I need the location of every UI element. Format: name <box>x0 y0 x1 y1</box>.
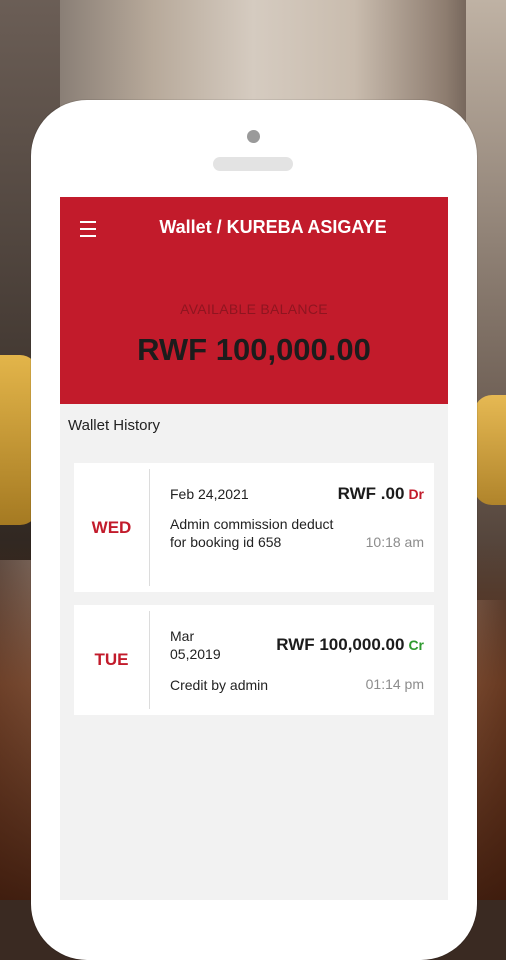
transaction-description: Admin commission deduct for booking id 6… <box>170 516 334 550</box>
page-title: Wallet / KUREBA ASIGAYE <box>159 217 387 237</box>
wallet-header: Wallet / KUREBA ASIGAYE AVAILABLE BALANC… <box>60 197 448 404</box>
hamburger-menu-icon[interactable] <box>80 221 96 237</box>
transaction-description: Credit by admin <box>170 677 269 693</box>
balance-label: AVAILABLE BALANCE <box>180 301 328 317</box>
transaction-time: 10:18 am <box>365 534 424 550</box>
app-screen: Wallet / KUREBA ASIGAYE AVAILABLE BALANC… <box>60 197 448 900</box>
transaction-date: Feb 24,2021 <box>170 486 249 502</box>
transaction-amount: RWF 100,000.00 <box>276 635 405 654</box>
balance-value: RWF 100,000.00 <box>137 332 371 367</box>
transaction-card[interactable]: WED Feb 24,2021 RWF .00 Dr Admin commissi… <box>74 463 434 592</box>
card-divider <box>149 611 150 709</box>
transaction-type-debit: Dr <box>408 486 424 502</box>
transaction-amount-row: RWF 100,000.00 Cr <box>276 635 424 655</box>
transaction-day: TUE <box>94 650 129 669</box>
transaction-time: 01:14 pm <box>365 676 424 692</box>
transaction-amount: RWF .00 <box>337 484 405 503</box>
card-divider <box>149 469 150 586</box>
transaction-day: WED <box>91 517 132 537</box>
transaction-date-month: Mar <box>170 628 195 644</box>
transaction-date-day-year: 05,2019 <box>170 646 221 662</box>
transaction-type-credit: Cr <box>408 637 424 653</box>
transaction-card[interactable]: TUE Mar 05,2019 RWF 100,000.00 Cr Credit … <box>74 605 434 715</box>
phone-speaker <box>213 157 293 171</box>
phone-camera <box>247 130 260 143</box>
transaction-date: Mar 05,2019 <box>170 627 221 663</box>
background-taxi-right <box>474 395 506 505</box>
wallet-history-title: Wallet History <box>68 417 160 434</box>
transaction-amount-row: RWF .00 Dr <box>338 484 424 504</box>
